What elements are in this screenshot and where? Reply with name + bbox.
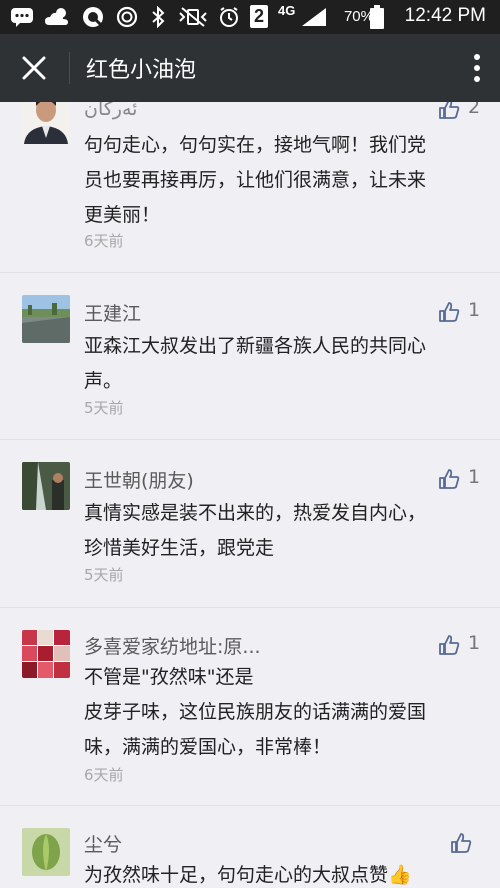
comment-item: 王世朝(朋友) 1 真情实感是装不出来的，热爱发自内心， 珍惜美好生活，跟党走 … [0,440,500,607]
nav-divider [69,52,70,84]
like-count: 1 [468,632,481,654]
commenter-name[interactable]: 王世朝(朋友) [84,466,194,493]
comment-item: ئەركان 2 句句走心，句句实在，接地气啊！我们党 员也要再接再厉，让他们很… [0,102,500,272]
avatar[interactable] [22,462,70,510]
avatar[interactable] [22,295,70,343]
page-title: 红色小油泡 [86,58,197,83]
like-icon[interactable] [450,832,472,854]
commenter-name[interactable]: 尘兮 [84,830,122,857]
avatar[interactable] [22,630,70,678]
comment-item: 多喜爱家纺地址:原... 1 不管是"孜然味"还是 皮芽子味，这位民族朋友的话满… [0,608,500,805]
like-icon[interactable] [438,634,460,656]
q-app-icon [83,7,103,27]
more-menu-icon[interactable] [472,52,482,84]
commenter-name[interactable]: 王建江 [84,299,141,326]
sync-icon [116,6,138,28]
message-icon [11,8,33,27]
like-count: 2 [468,102,481,118]
comment-item: 尘兮 为孜然味十足，句句走心的大叔点赞👍 [0,806,500,888]
like-count: 1 [468,299,481,321]
comment-text: 不管是"孜然味"还是 皮芽子味，这位民族朋友的话满满的爱国 味，满满的爱国心，非… [84,666,427,758]
avatar[interactable] [22,828,70,876]
bluetooth-icon [152,6,165,28]
comment-time: 5天前 [84,399,124,417]
like-icon[interactable] [438,102,460,120]
alarm-icon [220,7,238,27]
comment-text: 真情实感是装不出来的，热爱发自内心， 珍惜美好生活，跟党走 [84,502,427,559]
comment-text: 为孜然味十足，句句走心的大叔点赞👍 [84,864,412,886]
avatar[interactable] [22,102,70,144]
like-icon[interactable] [438,468,460,490]
sim-slot-badge: 2 [250,5,268,28]
status-bar: 2 4G 70% 12:42 PM [0,0,500,34]
comment-item: 王建江 1 亚森江大叔发出了新疆各族人民的共同心 声。 5天前 [0,273,500,439]
commenter-name[interactable]: ئەركان [84,102,137,120]
comment-text: 句句走心，句句实在，接地气啊！我们党 员也要再接再厉，让他们很满意，让未来 更美… [84,134,427,226]
like-icon[interactable] [438,301,460,323]
comment-time: 5天前 [84,566,124,584]
network-type: 4G [278,3,296,18]
comment-list: ئەركان 2 句句走心，句句实在，接地气啊！我们党 员也要再接再厉，让他们很… [0,102,500,888]
comment-time: 6天前 [84,766,124,784]
commenter-name[interactable]: 多喜爱家纺地址:原... [84,632,261,659]
comment-time: 6天前 [84,232,124,250]
nav-bar: 红色小油泡 [0,34,500,102]
comment-text: 亚森江大叔发出了新疆各族人民的共同心 声。 [84,335,427,392]
battery-icon [370,5,384,29]
vibrate-mute-icon [179,7,207,27]
like-count: 1 [468,466,481,488]
signal-icon [302,8,326,26]
weather-cloud-icon [45,8,68,25]
status-time: 12:42 PM [404,5,486,26]
close-icon[interactable] [18,52,50,84]
